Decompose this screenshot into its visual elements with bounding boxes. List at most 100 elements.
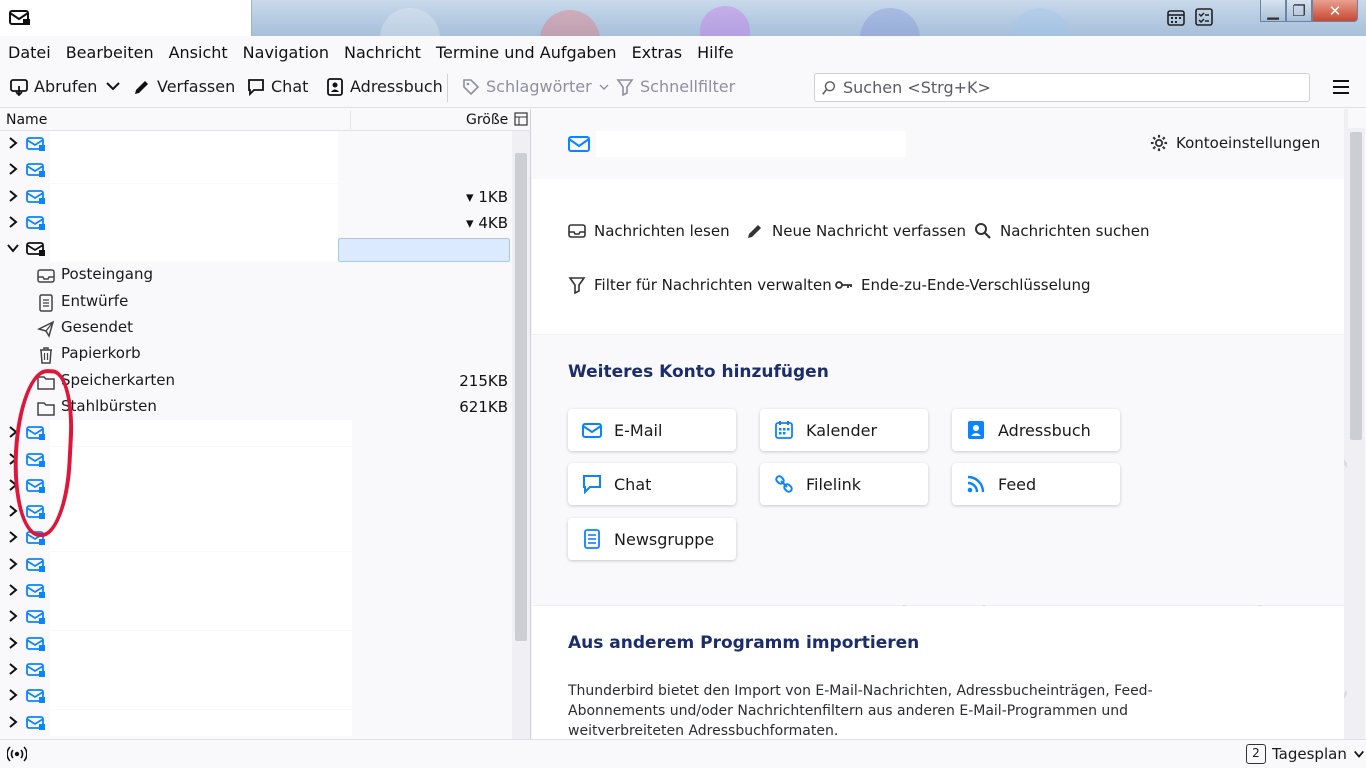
get-mail-button[interactable]: Abrufen — [10, 77, 97, 96]
account-row[interactable] — [0, 604, 512, 631]
account-row[interactable] — [0, 499, 512, 526]
column-name-header[interactable]: Name — [6, 112, 47, 128]
chat-icon — [583, 475, 601, 494]
add-filelink-tile[interactable]: Filelink — [760, 463, 928, 505]
scrollbar-thumb[interactable] — [1350, 132, 1362, 440]
chevron-right-icon[interactable] — [6, 162, 20, 176]
chevron-right-icon[interactable] — [6, 530, 20, 544]
redacted-account-name — [50, 131, 338, 157]
online-status-icon[interactable] — [7, 745, 27, 763]
account-row[interactable] — [0, 578, 512, 605]
account-row[interactable] — [0, 525, 512, 552]
chevron-right-icon[interactable] — [6, 662, 20, 676]
account-row[interactable] — [0, 551, 512, 578]
tasks-icon[interactable] — [1194, 7, 1214, 27]
chevron-right-icon[interactable] — [6, 583, 20, 597]
add-feed-tile[interactable]: Feed — [952, 463, 1120, 505]
scrollbar-thumb[interactable] — [515, 153, 527, 641]
status-bar: 2 Tagesplan — [0, 739, 1366, 768]
chat-button[interactable]: Chat — [247, 77, 308, 96]
chevron-right-icon[interactable] — [6, 715, 20, 729]
app-tab[interactable] — [0, 0, 252, 36]
account-row[interactable] — [0, 709, 512, 736]
account-row[interactable] — [0, 683, 512, 710]
main-toolbar: Abrufen Verfassen Chat Adressbuch Schlag… — [0, 68, 1366, 108]
folder-drafts[interactable]: Entwürfe — [0, 289, 512, 315]
account-row[interactable]: ▾ 1KB — [0, 183, 512, 210]
chevron-right-icon[interactable] — [6, 688, 20, 702]
account-row[interactable] — [0, 131, 512, 157]
content-scrollbar[interactable] — [1347, 128, 1365, 739]
menu-view[interactable]: Ansicht — [169, 43, 228, 62]
chevron-down-icon[interactable] — [6, 241, 20, 255]
get-mail-dropdown[interactable] — [104, 77, 122, 95]
mail-account-icon — [26, 137, 45, 151]
chevron-right-icon[interactable] — [6, 215, 20, 229]
menu-tools[interactable]: Extras — [632, 43, 683, 62]
chevron-right-icon[interactable] — [6, 557, 20, 571]
column-separator[interactable] — [350, 111, 351, 129]
account-row[interactable] — [0, 446, 512, 473]
add-address-book-label: Adressbuch — [998, 420, 1091, 440]
folder-pane-scrollbar[interactable] — [512, 131, 530, 739]
menu-help[interactable]: Hilfe — [697, 43, 733, 62]
add-email-tile[interactable]: E-Mail — [568, 409, 736, 451]
folder-custom[interactable]: Stahlbürsten 621KB — [0, 394, 512, 420]
app-menu-icon[interactable] — [1332, 78, 1350, 96]
compose-message-link[interactable]: Neue Nachricht verfassen — [746, 222, 966, 240]
mail-app-icon — [9, 10, 30, 25]
menu-message[interactable]: Nachricht — [344, 43, 421, 62]
close-button[interactable]: ✕ — [1312, 0, 1358, 22]
chevron-right-icon[interactable] — [6, 636, 20, 650]
e2e-encryption-link[interactable]: Ende-zu-Ende-Verschlüsselung — [835, 276, 1091, 294]
account-row[interactable] — [0, 630, 512, 657]
quick-filter-button[interactable]: Schnellfilter — [616, 77, 735, 96]
maximize-button[interactable]: ❐ — [1286, 0, 1312, 22]
compose-button[interactable]: Verfassen — [133, 77, 235, 96]
account-row[interactable] — [0, 420, 512, 447]
add-newsgroup-tile[interactable]: Newsgruppe — [568, 518, 736, 560]
account-row-selected[interactable] — [0, 236, 512, 263]
chat-label: Chat — [271, 77, 309, 96]
menu-navigation[interactable]: Navigation — [243, 43, 329, 62]
account-row[interactable] — [0, 656, 512, 683]
chevron-right-icon[interactable] — [6, 609, 20, 623]
import-title: Aus anderem Programm importieren — [568, 633, 920, 653]
minimize-button[interactable]: ▁ — [1260, 0, 1286, 22]
menu-events-tasks[interactable]: Termine und Aufgaben — [436, 43, 617, 62]
account-settings-link[interactable]: Kontoeinstellungen — [1150, 134, 1320, 152]
search-messages-link[interactable]: Nachrichten suchen — [974, 222, 1149, 240]
column-size-header[interactable]: Größe — [466, 112, 508, 128]
account-row[interactable] — [0, 472, 512, 499]
folder-trash[interactable]: Papierkorb — [0, 341, 512, 367]
account-row[interactable] — [0, 157, 512, 184]
add-chat-tile[interactable]: Chat — [568, 463, 736, 505]
chevron-right-icon[interactable] — [6, 136, 20, 150]
add-address-book-tile[interactable]: Adressbuch — [952, 409, 1120, 451]
address-book-button[interactable]: Adressbuch — [326, 77, 443, 96]
mail-account-icon — [26, 189, 45, 204]
mail-account-icon — [26, 215, 45, 230]
redacted-account-name — [50, 236, 338, 263]
chevron-right-icon[interactable] — [6, 189, 20, 203]
add-newsgroup-label: Newsgruppe — [614, 529, 715, 549]
account-row[interactable]: ▾ 4KB — [0, 209, 512, 236]
add-filelink-label: Filelink — [806, 474, 862, 494]
folder-label: Posteingang — [61, 265, 154, 284]
folder-inbox[interactable]: Posteingang — [0, 262, 512, 288]
calendar-icon[interactable] — [1166, 7, 1186, 27]
column-picker-icon[interactable] — [514, 112, 528, 126]
folder-custom[interactable]: Speicherkarten 215KB — [0, 368, 512, 394]
today-pane-toggle[interactable]: 2 Tagesplan — [1246, 744, 1365, 764]
add-calendar-tile[interactable]: Kalender — [760, 409, 928, 451]
search-input[interactable]: Suchen <Strg+K> — [814, 73, 1310, 102]
title-bar: ▁ ❐ ✕ — [0, 0, 1366, 70]
folder-sent[interactable]: Gesendet — [0, 315, 512, 341]
menu-edit[interactable]: Bearbeiten — [66, 43, 154, 62]
manage-filters-link[interactable]: Filter für Nachrichten verwalten — [568, 276, 832, 294]
trash-icon — [40, 347, 52, 365]
folder-label: Papierkorb — [61, 344, 141, 363]
read-messages-link[interactable]: Nachrichten lesen — [568, 222, 730, 240]
menu-file[interactable]: Datei — [8, 43, 51, 62]
tags-button[interactable]: Schlagwörter — [462, 77, 610, 96]
